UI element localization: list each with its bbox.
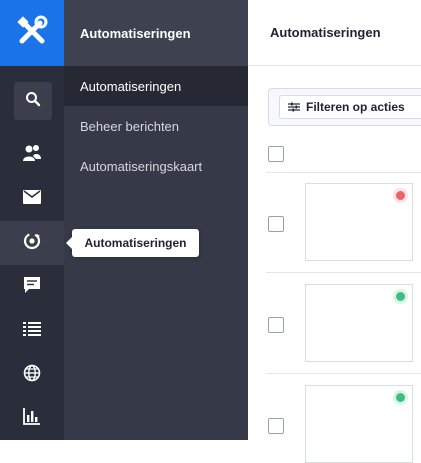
row-checkbox[interactable] <box>268 418 284 434</box>
filter-actions-button[interactable]: Filteren op acties <box>279 95 421 119</box>
status-dot <box>396 393 405 402</box>
rail-list-button[interactable] <box>0 309 64 353</box>
automation-preview-card[interactable] <box>305 385 413 463</box>
row-divider <box>266 373 421 374</box>
subnav-title: Automatiseringen <box>64 0 248 66</box>
search-icon <box>25 91 41 112</box>
automation-preview-card[interactable] <box>305 183 413 261</box>
filter-actions-label: Filteren op acties <box>306 100 405 114</box>
chart-icon <box>23 407 41 430</box>
chat-icon <box>23 276 41 299</box>
app-logo[interactable] <box>0 0 64 66</box>
automation-icon <box>23 232 41 255</box>
status-dot <box>396 292 405 301</box>
subnav-item-manage-messages[interactable]: Beheer berichten <box>64 106 248 146</box>
rail-chat-button[interactable] <box>0 265 64 309</box>
automations-tooltip: Automatiseringen <box>66 229 199 257</box>
row-checkbox[interactable] <box>268 317 284 333</box>
rail-automations-button[interactable] <box>0 221 64 265</box>
row-checkbox[interactable] <box>268 216 284 232</box>
rail-search-button[interactable] <box>14 82 52 120</box>
subnav-item-automation-map[interactable]: Automatiseringskaart <box>64 146 248 186</box>
globe-icon <box>23 364 41 387</box>
status-dot <box>396 191 405 200</box>
icon-rail <box>0 0 64 440</box>
filter-sliders-icon <box>288 102 300 112</box>
contacts-icon <box>22 144 42 167</box>
tools-icon <box>12 11 52 56</box>
rail-reports-button[interactable] <box>0 396 64 440</box>
subnav-item-automations[interactable]: Automatiseringen <box>64 66 248 106</box>
page-title: Automatiseringen <box>248 0 421 66</box>
rail-sites-button[interactable] <box>0 353 64 397</box>
list-icon <box>23 321 41 342</box>
rail-contacts-button[interactable] <box>0 133 64 177</box>
mail-icon <box>23 189 41 209</box>
rail-email-button[interactable] <box>0 177 64 221</box>
select-all-checkbox[interactable] <box>268 146 284 162</box>
row-divider <box>266 172 421 173</box>
main-panel: Automatiseringen Filteren op acties <box>248 0 421 463</box>
filter-bar: Filteren op acties <box>268 88 421 126</box>
automations-subnav: Automatiseringen Automatiseringen Beheer… <box>64 0 248 440</box>
row-divider <box>266 272 421 273</box>
automation-preview-card[interactable] <box>305 284 413 362</box>
